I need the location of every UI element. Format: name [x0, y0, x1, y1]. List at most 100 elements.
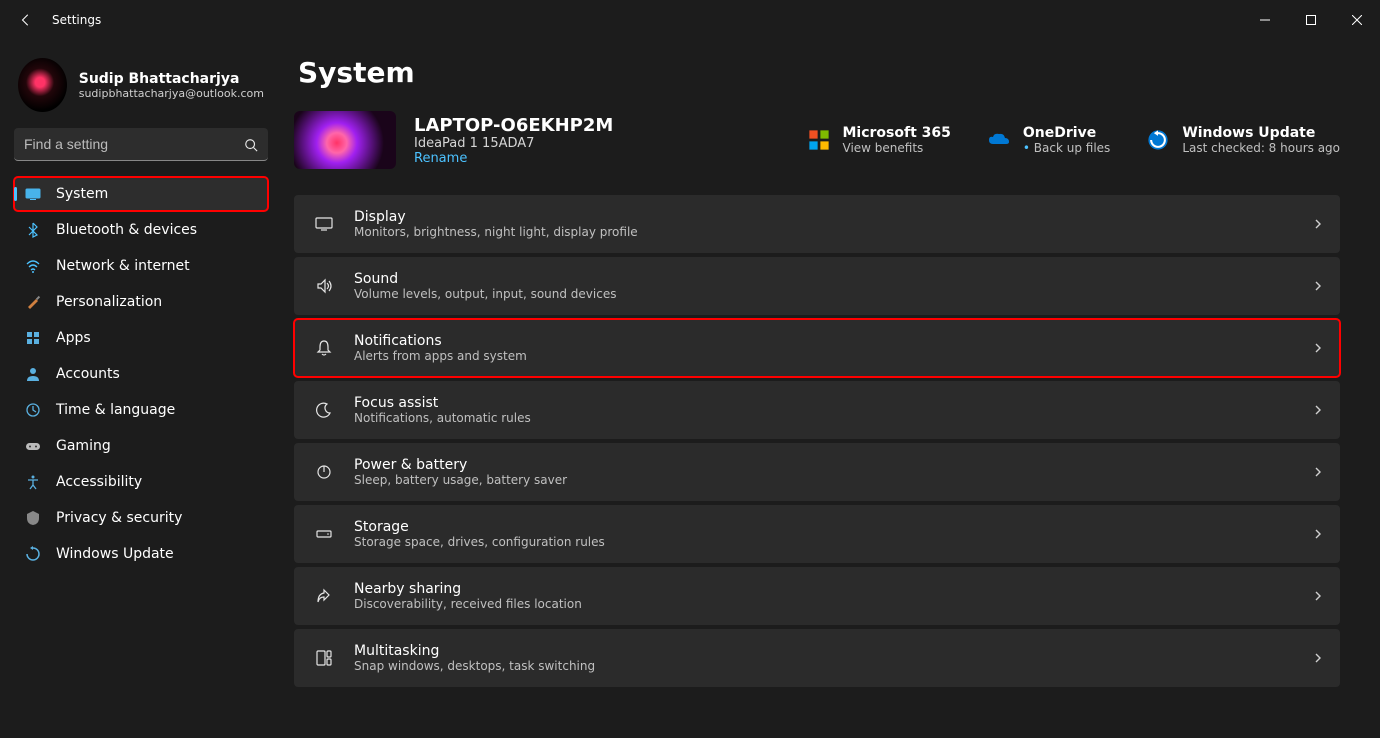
row-title: Nearby sharing [354, 581, 582, 597]
sidebar-item-label: Time & language [56, 402, 175, 418]
window-title: Settings [52, 13, 101, 27]
profile-email: sudipbhattacharjya@outlook.com [79, 87, 264, 100]
row-subtitle: Discoverability, received files location [354, 597, 582, 611]
row-title: Focus assist [354, 395, 531, 411]
sidebar-item-apps[interactable]: Apps [14, 321, 268, 355]
status-card-m365[interactable]: Microsoft 365View benefits [807, 125, 951, 155]
sidebar-item-gaming[interactable]: Gaming [14, 429, 268, 463]
chevron-right-icon [1312, 342, 1324, 354]
settings-row-nearby-sharing[interactable]: Nearby sharingDiscoverability, received … [294, 567, 1340, 625]
accessibility-icon [24, 473, 42, 491]
row-subtitle: Snap windows, desktops, task switching [354, 659, 595, 673]
device-header: LAPTOP-O6EKHP2M IdeaPad 1 15ADA7 Rename … [294, 111, 1340, 169]
rename-link[interactable]: Rename [414, 151, 613, 166]
avatar [18, 58, 67, 112]
maximize-button[interactable] [1288, 4, 1334, 36]
multitask-icon [310, 649, 338, 667]
moon-icon [310, 401, 338, 419]
chevron-right-icon [1312, 528, 1324, 540]
sidebar-item-system[interactable]: System [14, 177, 268, 211]
sidebar-item-label: Windows Update [56, 546, 174, 562]
search-input[interactable] [14, 128, 268, 161]
sidebar-item-label: System [56, 186, 108, 202]
update-icon [24, 545, 42, 563]
sidebar-item-time-language[interactable]: Time & language [14, 393, 268, 427]
apps-icon [24, 329, 42, 347]
m365-icon [807, 128, 831, 152]
onedrive-icon [987, 128, 1011, 152]
status-card-update[interactable]: Windows UpdateLast checked: 8 hours ago [1146, 125, 1340, 155]
update-icon [1146, 128, 1170, 152]
minimize-icon [1260, 15, 1270, 25]
device-thumbnail [294, 111, 396, 169]
status-title: Windows Update [1182, 125, 1340, 141]
row-subtitle: Volume levels, output, input, sound devi… [354, 287, 616, 301]
row-title: Notifications [354, 333, 527, 349]
chevron-right-icon [1312, 404, 1324, 416]
row-subtitle: Notifications, automatic rules [354, 411, 531, 425]
row-subtitle: Sleep, battery usage, battery saver [354, 473, 567, 487]
sidebar-item-label: Network & internet [56, 258, 190, 274]
wifi-icon [24, 257, 42, 275]
sidebar-item-label: Privacy & security [56, 510, 182, 526]
settings-row-storage[interactable]: StorageStorage space, drives, configurat… [294, 505, 1340, 563]
device-model: IdeaPad 1 15ADA7 [414, 136, 613, 151]
sidebar-item-label: Accessibility [56, 474, 142, 490]
sidebar: Sudip Bhattacharjya sudipbhattacharjya@o… [0, 40, 282, 738]
sidebar-item-accessibility[interactable]: Accessibility [14, 465, 268, 499]
sidebar-item-label: Bluetooth & devices [56, 222, 197, 238]
settings-row-display[interactable]: DisplayMonitors, brightness, night light… [294, 195, 1340, 253]
nav-list: System Bluetooth & devices Network & inter… [14, 177, 268, 571]
power-icon [310, 463, 338, 481]
row-title: Sound [354, 271, 616, 287]
minimize-button[interactable] [1242, 4, 1288, 36]
settings-row-notifications[interactable]: NotificationsAlerts from apps and system [294, 319, 1340, 377]
settings-row-focus-assist[interactable]: Focus assistNotifications, automatic rul… [294, 381, 1340, 439]
status-subtitle: View benefits [843, 141, 951, 155]
privacy-icon [24, 509, 42, 527]
sidebar-item-windows-update[interactable]: Windows Update [14, 537, 268, 571]
accounts-icon [24, 365, 42, 383]
sidebar-item-privacy-security[interactable]: Privacy & security [14, 501, 268, 535]
storage-icon [310, 525, 338, 543]
sidebar-item-accounts[interactable]: Accounts [14, 357, 268, 391]
sidebar-item-label: Accounts [56, 366, 120, 382]
settings-row-sound[interactable]: SoundVolume levels, output, input, sound… [294, 257, 1340, 315]
arrow-left-icon [19, 13, 33, 27]
close-icon [1352, 15, 1362, 25]
display-icon [310, 215, 338, 233]
title-bar: Settings [0, 0, 1380, 40]
row-title: Power & battery [354, 457, 567, 473]
chevron-right-icon [1312, 652, 1324, 664]
settings-row-power-battery[interactable]: Power & batterySleep, battery usage, bat… [294, 443, 1340, 501]
maximize-icon [1306, 15, 1316, 25]
gaming-icon [24, 437, 42, 455]
chevron-right-icon [1312, 218, 1324, 230]
sidebar-item-bluetooth-devices[interactable]: Bluetooth & devices [14, 213, 268, 247]
chevron-right-icon [1312, 466, 1324, 478]
time-icon [24, 401, 42, 419]
row-title: Multitasking [354, 643, 595, 659]
settings-rows: DisplayMonitors, brightness, night light… [294, 195, 1340, 687]
page-title: System [298, 56, 1340, 89]
back-button[interactable] [10, 4, 42, 36]
close-button[interactable] [1334, 4, 1380, 36]
row-subtitle: Storage space, drives, configuration rul… [354, 535, 605, 549]
share-icon [310, 587, 338, 605]
status-subtitle: • Back up files [1023, 141, 1110, 155]
sidebar-item-label: Gaming [56, 438, 111, 454]
status-subtitle: Last checked: 8 hours ago [1182, 141, 1340, 155]
sound-icon [310, 277, 338, 295]
brush-icon [24, 293, 42, 311]
row-subtitle: Monitors, brightness, night light, displ… [354, 225, 638, 239]
sidebar-item-personalization[interactable]: Personalization [14, 285, 268, 319]
settings-row-multitasking[interactable]: MultitaskingSnap windows, desktops, task… [294, 629, 1340, 687]
profile-block[interactable]: Sudip Bhattacharjya sudipbhattacharjya@o… [14, 50, 268, 128]
status-card-onedrive[interactable]: OneDrive• Back up files [987, 125, 1110, 155]
sidebar-item-label: Personalization [56, 294, 162, 310]
chevron-right-icon [1312, 280, 1324, 292]
system-icon [24, 185, 42, 203]
row-title: Storage [354, 519, 605, 535]
chevron-right-icon [1312, 590, 1324, 602]
sidebar-item-network-internet[interactable]: Network & internet [14, 249, 268, 283]
